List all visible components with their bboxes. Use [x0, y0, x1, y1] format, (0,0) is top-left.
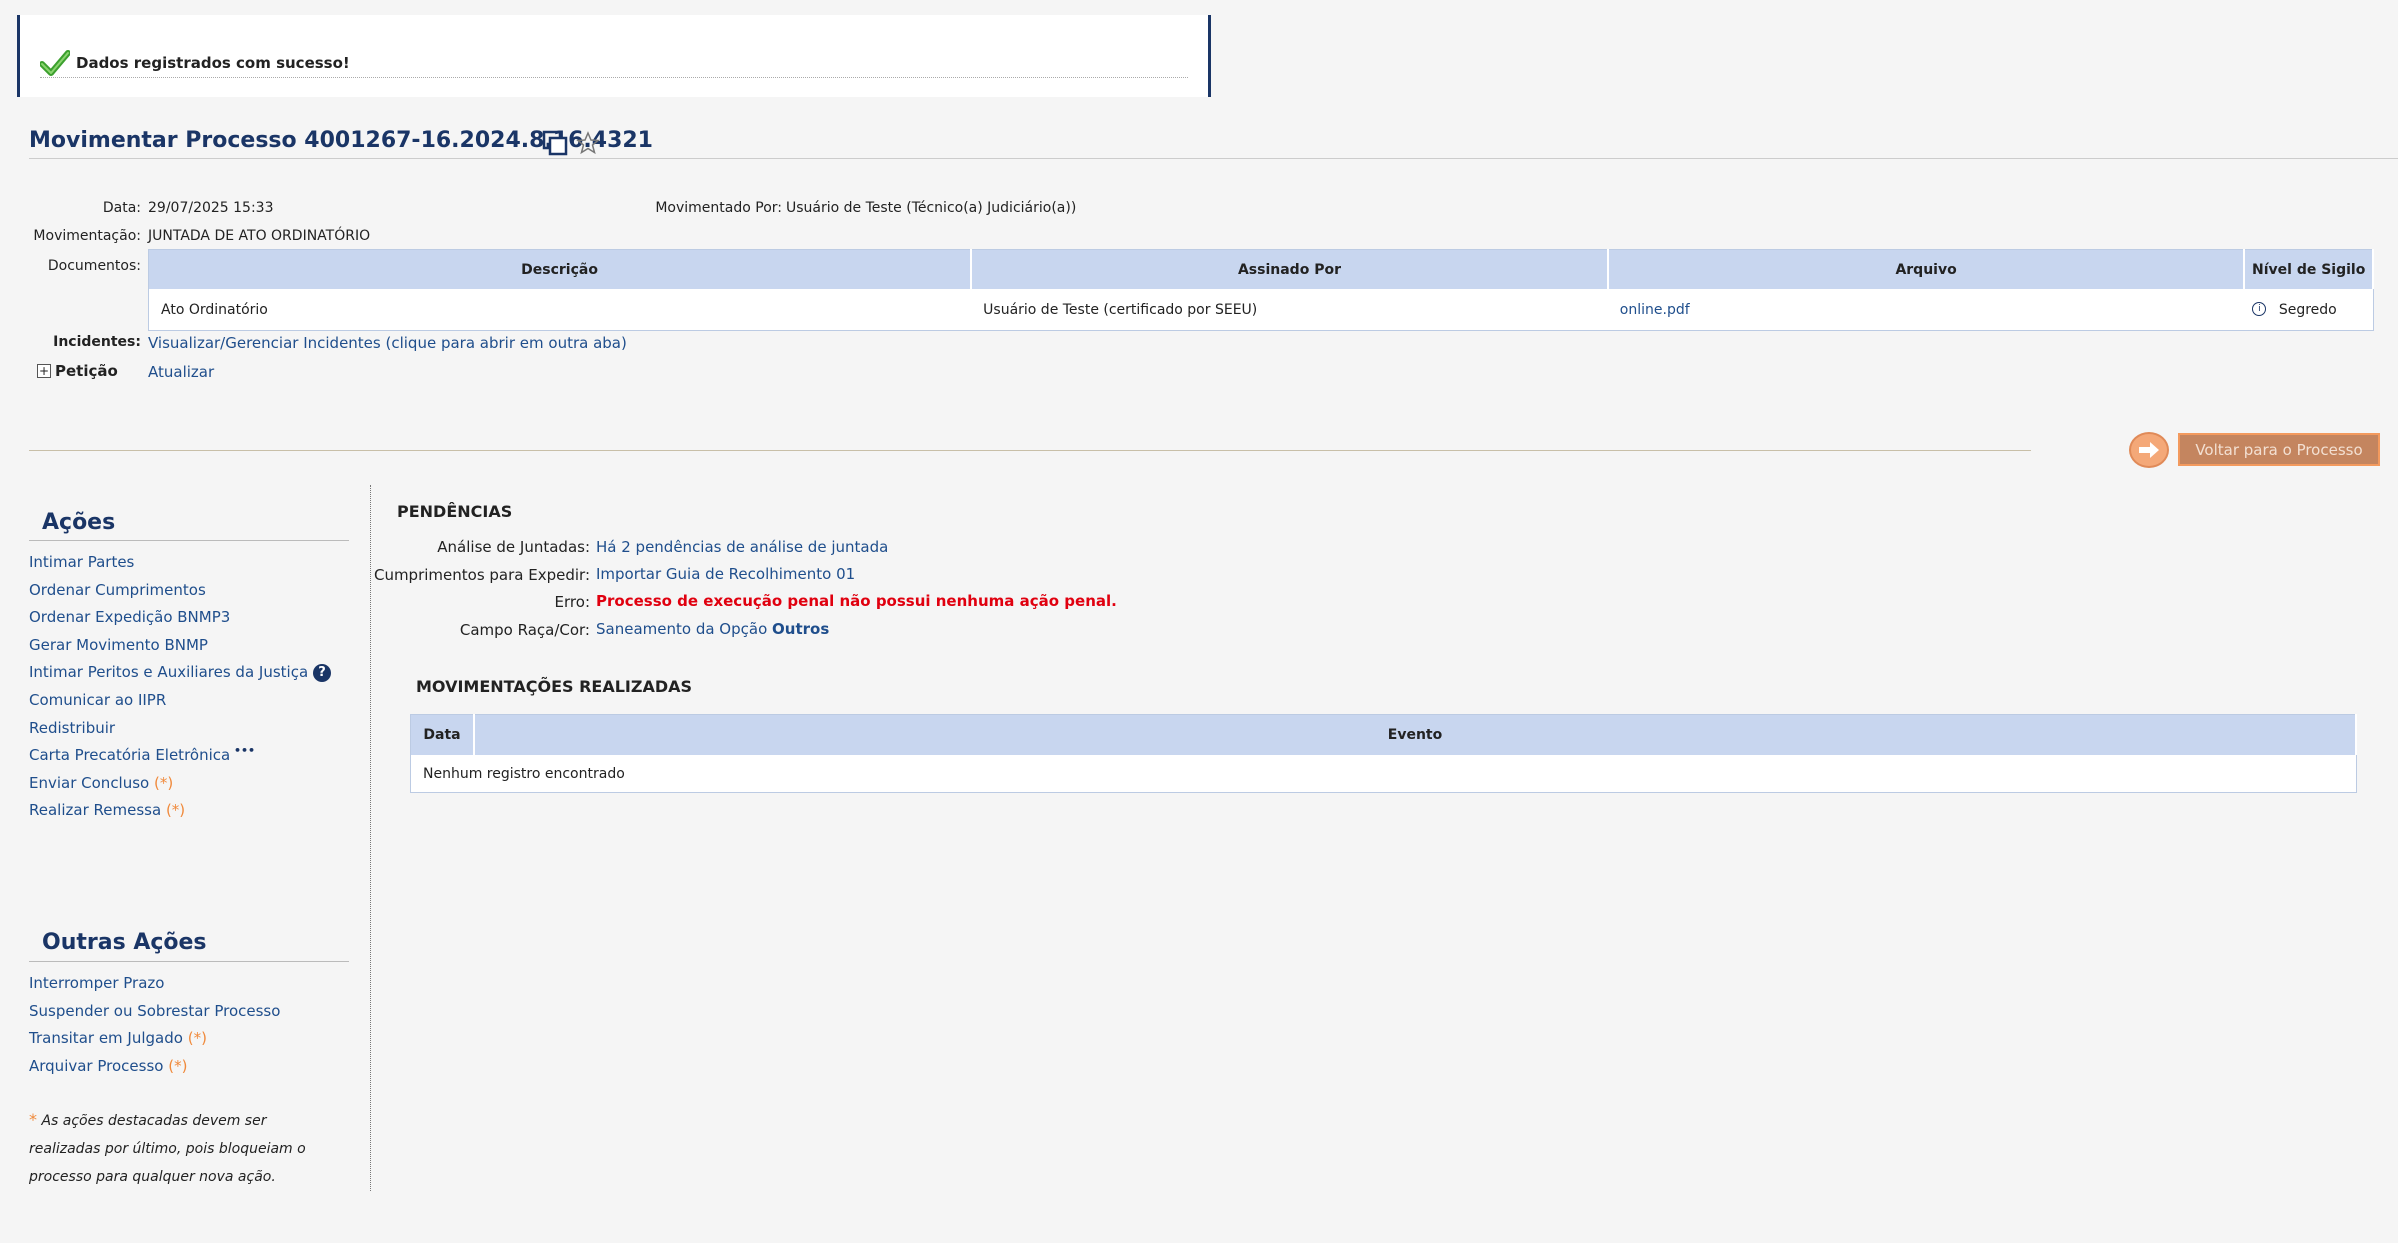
data-value: 29/07/2025 15:33: [148, 200, 274, 216]
movimentacao-label: Movimentação:: [33, 228, 141, 244]
divider: [29, 450, 2031, 451]
doc-file-link[interactable]: online.pdf: [1620, 302, 1690, 318]
help-icon[interactable]: ?: [313, 664, 331, 682]
action-realizar-remessa-row: Realizar Remessa (*): [29, 801, 185, 819]
campo-link[interactable]: Saneamento da Opção: [596, 620, 767, 638]
action-ordenar-cumprimentos[interactable]: Ordenar Cumprimentos: [29, 581, 206, 599]
erro-label: Erro:: [554, 593, 590, 611]
column-header: Data: [410, 714, 475, 755]
star-marker: (*): [165, 801, 186, 819]
info-icon[interactable]: i: [2252, 301, 2267, 316]
incidentes-label: Incidentes:: [53, 334, 141, 350]
documentos-label: Documentos:: [47, 258, 141, 274]
movimentado-value: Usuário de Teste (Técnico(a) Judiciário(…: [786, 200, 1077, 216]
action-comunicar-iipr[interactable]: Comunicar ao IIPR: [29, 691, 166, 709]
arrow-right-icon[interactable]: [2129, 432, 2169, 468]
star-marker: (*): [168, 1057, 188, 1075]
copy-icon[interactable]: [542, 130, 568, 156]
cumprimentos-label: Cumprimentos para Expedir:: [373, 566, 590, 584]
divider: [29, 158, 2398, 159]
star-marker: (*): [187, 1029, 207, 1047]
analise-label: Análise de Juntadas:: [437, 538, 590, 556]
doc-sigilo-cell: i Segredo: [2244, 289, 2373, 331]
doc-sigilo: Segredo: [2278, 301, 2337, 318]
action-suspender-processo[interactable]: Suspender ou Sobrestar Processo: [29, 1002, 280, 1020]
action-transitar-julgado[interactable]: Transitar em Julgado: [29, 1029, 183, 1047]
action-carta-precatoria[interactable]: Carta Precatória Eletrônica: [29, 746, 230, 764]
star-icon[interactable]: [576, 131, 600, 155]
expand-icon[interactable]: +: [37, 364, 51, 378]
action-realizar-remessa[interactable]: Realizar Remessa: [29, 801, 161, 819]
erro-value: Processo de execução penal não possui ne…: [596, 592, 1117, 610]
column-header: Arquivo: [1607, 249, 2246, 289]
cumprimentos-link[interactable]: Importar Guia de Recolhimento 01: [596, 565, 855, 583]
doc-assinado: Usuário de Teste (certificado por SEEU): [983, 301, 1258, 318]
peticao-atualizar-link[interactable]: Atualizar: [148, 363, 214, 381]
column-header: Descrição: [148, 249, 973, 289]
action-gerar-movimento[interactable]: Gerar Movimento BNMP: [29, 636, 208, 654]
column-header: Nível de Sigilo: [2244, 249, 2374, 289]
column-header: Assinado Por: [971, 249, 1609, 289]
documents-table: Descrição Assinado Por Arquivo Nível de …: [148, 249, 2374, 331]
action-arquivar-row: Arquivar Processo (*): [29, 1057, 187, 1075]
table-row: Ato Ordinatório Usuário de Teste (certif…: [149, 289, 2374, 331]
doc-descricao: Ato Ordinatório: [161, 301, 268, 318]
empty-message: Nenhum registro encontrado: [423, 765, 625, 782]
acoes-title: Ações: [42, 510, 116, 535]
outras-acoes-title: Outras Ações: [42, 930, 207, 955]
movimentacoes-table: Data Evento Nenhum registro encontrado: [410, 714, 2357, 793]
incidentes-link[interactable]: Visualizar/Gerenciar Incidentes (clique …: [148, 334, 627, 352]
action-transitar-row: Transitar em Julgado (*): [29, 1029, 207, 1047]
data-label: Data:: [102, 200, 141, 216]
more-icon[interactable]: •••: [234, 744, 255, 757]
campo-value-row: Saneamento da Opção Outros: [596, 620, 829, 638]
back-to-process-button[interactable]: Voltar para o Processo: [2178, 433, 2380, 466]
movimentado-label: Movimentado Por:: [655, 200, 782, 216]
star-marker: (*): [154, 774, 174, 792]
divider: [370, 485, 371, 1191]
campo-label: Campo Raça/Cor:: [459, 621, 590, 639]
divider: [29, 540, 349, 541]
action-enviar-concluso[interactable]: Enviar Concluso: [29, 774, 149, 792]
column-header: Evento: [474, 714, 2357, 755]
action-arquivar-processo[interactable]: Arquivar Processo: [29, 1057, 163, 1075]
action-intimar-peritos[interactable]: Intimar Peritos e Auxiliares da Justiça: [29, 663, 308, 681]
action-ordenar-expedicao[interactable]: Ordenar Expedição BNMP3: [29, 608, 230, 626]
action-intimar-partes[interactable]: Intimar Partes: [29, 553, 134, 571]
divider: [29, 961, 349, 962]
divider: [40, 77, 1188, 78]
table-row: Nenhum registro encontrado: [411, 755, 2357, 793]
success-text: Dados registrados com sucesso!: [76, 54, 350, 72]
footnote-star: *: [29, 1110, 37, 1129]
footnote: * As ações destacadas devem ser realizad…: [29, 1106, 329, 1191]
action-enviar-concluso-row: Enviar Concluso (*): [29, 774, 173, 792]
title-icons: [542, 130, 600, 156]
action-redistribuir[interactable]: Redistribuir: [29, 719, 115, 737]
movimentacoes-title: MOVIMENTAÇÕES REALIZADAS: [416, 677, 693, 696]
movimentacao-value: JUNTADA DE ATO ORDINATÓRIO: [148, 228, 371, 244]
check-icon: [40, 50, 70, 76]
analise-link[interactable]: Há 2 pendências de análise de juntada: [596, 538, 888, 556]
pendencias-title: PENDÊNCIAS: [397, 502, 513, 521]
campo-outros-link[interactable]: Outros: [772, 620, 829, 638]
action-interromper-prazo[interactable]: Interromper Prazo: [29, 974, 164, 992]
peticao-label: Petição: [55, 362, 118, 380]
footnote-text: As ações destacadas devem ser realizadas…: [29, 1113, 306, 1185]
success-message-box: Dados registrados com sucesso!: [17, 15, 1211, 97]
